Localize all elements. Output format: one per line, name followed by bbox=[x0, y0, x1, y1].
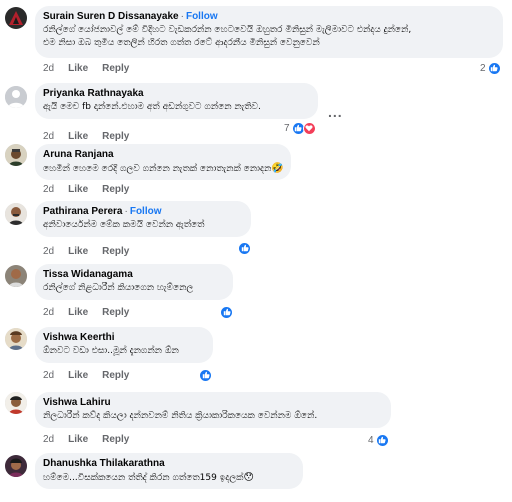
like-icon bbox=[375, 433, 389, 447]
like-button[interactable]: Like bbox=[68, 370, 88, 381]
comment-text: හම්මෙ...විසක්කයෙන ත්තිද් කිරන ගත්තෙ159 ඉ… bbox=[43, 473, 244, 483]
comment-bubble: Aruna Ranjana හෙමින් හෙමෙ රෙදි ගලව ගන්නෙ… bbox=[35, 144, 291, 180]
reaction-summary[interactable] bbox=[218, 304, 235, 320]
like-button[interactable]: Like bbox=[68, 307, 88, 318]
reply-button[interactable]: Reply bbox=[102, 307, 129, 318]
comment-text: ඕනවට වඩා එසා..මූන් දැනගන්න ඕන bbox=[43, 346, 179, 356]
like-icon bbox=[238, 241, 251, 255]
like-button[interactable]: Like bbox=[68, 63, 88, 74]
comment-actions: 2d Like Reply bbox=[43, 434, 143, 446]
reply-button[interactable]: Reply bbox=[102, 131, 129, 142]
avatar[interactable] bbox=[5, 86, 27, 108]
comment-author[interactable]: Surain Suren D Dissanayake bbox=[43, 11, 179, 22]
reply-button[interactable]: Reply bbox=[102, 370, 129, 381]
avatar[interactable] bbox=[5, 392, 27, 414]
reply-button[interactable]: Reply bbox=[102, 184, 129, 195]
avatar[interactable] bbox=[5, 7, 27, 29]
comment-actions: 2d Like Reply bbox=[43, 370, 143, 382]
more-options-icon[interactable]: ... bbox=[328, 104, 343, 120]
comment-author[interactable]: Vishwa Lahiru bbox=[43, 397, 111, 408]
comment-time[interactable]: 2d bbox=[43, 307, 54, 318]
comment-author[interactable]: Pathirana Perera bbox=[43, 206, 123, 217]
like-icon bbox=[487, 61, 501, 75]
comment-bubble: Vishwa Lahiru නිලධාරීන් කව්ද කියලා දන්නව… bbox=[35, 392, 391, 428]
like-button[interactable]: Like bbox=[68, 434, 88, 445]
comment-time[interactable]: 2d bbox=[43, 434, 54, 445]
surprised-emoji-icon: 😯 bbox=[243, 472, 254, 483]
heart-icon bbox=[302, 121, 316, 135]
like-icon bbox=[199, 368, 212, 382]
comment-time[interactable]: 2d bbox=[43, 63, 54, 74]
comment-text: රනිල්ගේ යෝජනාවල් මේ විදිහට වැඩකරන්න හෙටව… bbox=[43, 25, 412, 35]
comment-text: රනිල්ගේ නිළධාරීන් කියාගෙන හැම්නෙල bbox=[43, 283, 194, 293]
comment-actions: 2d Like Reply bbox=[43, 131, 143, 143]
comment-author[interactable]: Tissa Widanagama bbox=[43, 269, 133, 280]
reply-button[interactable]: Reply bbox=[102, 434, 129, 445]
reaction-count: 4 bbox=[368, 434, 374, 446]
follow-button[interactable]: Follow bbox=[186, 11, 218, 22]
reaction-summary[interactable]: 4 bbox=[366, 432, 391, 448]
like-button[interactable]: Like bbox=[68, 246, 88, 257]
comment-author[interactable]: Priyanka Rathnayaka bbox=[43, 88, 144, 99]
comment-bubble: Pathirana Perera · Follow අනිවාර්යෙන්ම මේක… bbox=[35, 201, 251, 237]
comment-time[interactable]: 2d bbox=[43, 184, 54, 195]
comment-author[interactable]: Dhanushka Thilakarathna bbox=[43, 458, 165, 469]
comment-author[interactable]: Vishwa Keerthi bbox=[43, 332, 115, 343]
comment-actions: 2d Like Reply bbox=[43, 63, 143, 75]
comment-text: නිලධාරීන් කව්ද කියලා දන්නවනම් නිතිය ක්‍ර… bbox=[43, 411, 318, 421]
avatar[interactable] bbox=[5, 203, 27, 225]
comment-bubble: Surain Suren D Dissanayake · Follow රනිල්ග… bbox=[35, 6, 503, 58]
reaction-summary[interactable] bbox=[197, 367, 214, 383]
avatar[interactable] bbox=[5, 455, 27, 477]
comment-text: හෙමින් හෙමෙ රෙදි ගලව ගන්නෙ නැතක් නොතැනක්… bbox=[43, 164, 272, 174]
avatar[interactable] bbox=[5, 144, 27, 166]
comment-time[interactable]: 2d bbox=[43, 131, 54, 142]
reaction-summary[interactable]: 2 bbox=[478, 60, 503, 76]
comment-text: ඇයි මෙච fb දාන්නේ.එහාම අත් අඩන්ගුවට ගන්න… bbox=[43, 102, 261, 112]
comment-time[interactable]: 2d bbox=[43, 370, 54, 381]
comment-actions: 2d Like Reply bbox=[43, 246, 143, 258]
avatar[interactable] bbox=[5, 265, 27, 287]
comment-bubble: Priyanka Rathnayaka ඇයි මෙච fb දාන්නේ.එහ… bbox=[35, 83, 318, 119]
reaction-count: 7 bbox=[284, 122, 290, 134]
comment-time[interactable]: 2d bbox=[43, 246, 54, 257]
comment-bubble: Tissa Widanagama රනිල්ගේ නිළධාරීන් කියාග… bbox=[35, 264, 233, 300]
avatar[interactable] bbox=[5, 328, 27, 350]
reaction-summary[interactable] bbox=[236, 240, 253, 256]
reaction-count: 2 bbox=[480, 62, 486, 74]
follow-button[interactable]: Follow bbox=[130, 206, 162, 217]
comment-actions: 2d Like Reply bbox=[43, 184, 143, 196]
rofl-emoji-icon: 🤣 bbox=[271, 163, 284, 174]
reply-button[interactable]: Reply bbox=[102, 246, 129, 257]
comment-text: අනිවාර්යෙන්ම මේක කමයි වෙන්න ඇත්තේ bbox=[43, 220, 205, 230]
like-button[interactable]: Like bbox=[68, 131, 88, 142]
like-button[interactable]: Like bbox=[68, 184, 88, 195]
comment-bubble: Dhanushka Thilakarathna හම්මෙ...විසක්කයෙ… bbox=[35, 453, 303, 489]
comment-bubble: Vishwa Keerthi ඕනවට වඩා එසා..මූන් දැනගන්… bbox=[35, 327, 213, 363]
reaction-summary[interactable]: 7 bbox=[282, 120, 318, 136]
like-icon bbox=[220, 305, 233, 319]
comment-author[interactable]: Aruna Ranjana bbox=[43, 149, 114, 160]
comment-text: එම නිසා ඔබ තුමිය තෙලින් හිරත ගත්ත රටේ ආද… bbox=[43, 38, 320, 48]
reply-button[interactable]: Reply bbox=[102, 63, 129, 74]
comment-actions: 2d Like Reply bbox=[43, 307, 143, 319]
